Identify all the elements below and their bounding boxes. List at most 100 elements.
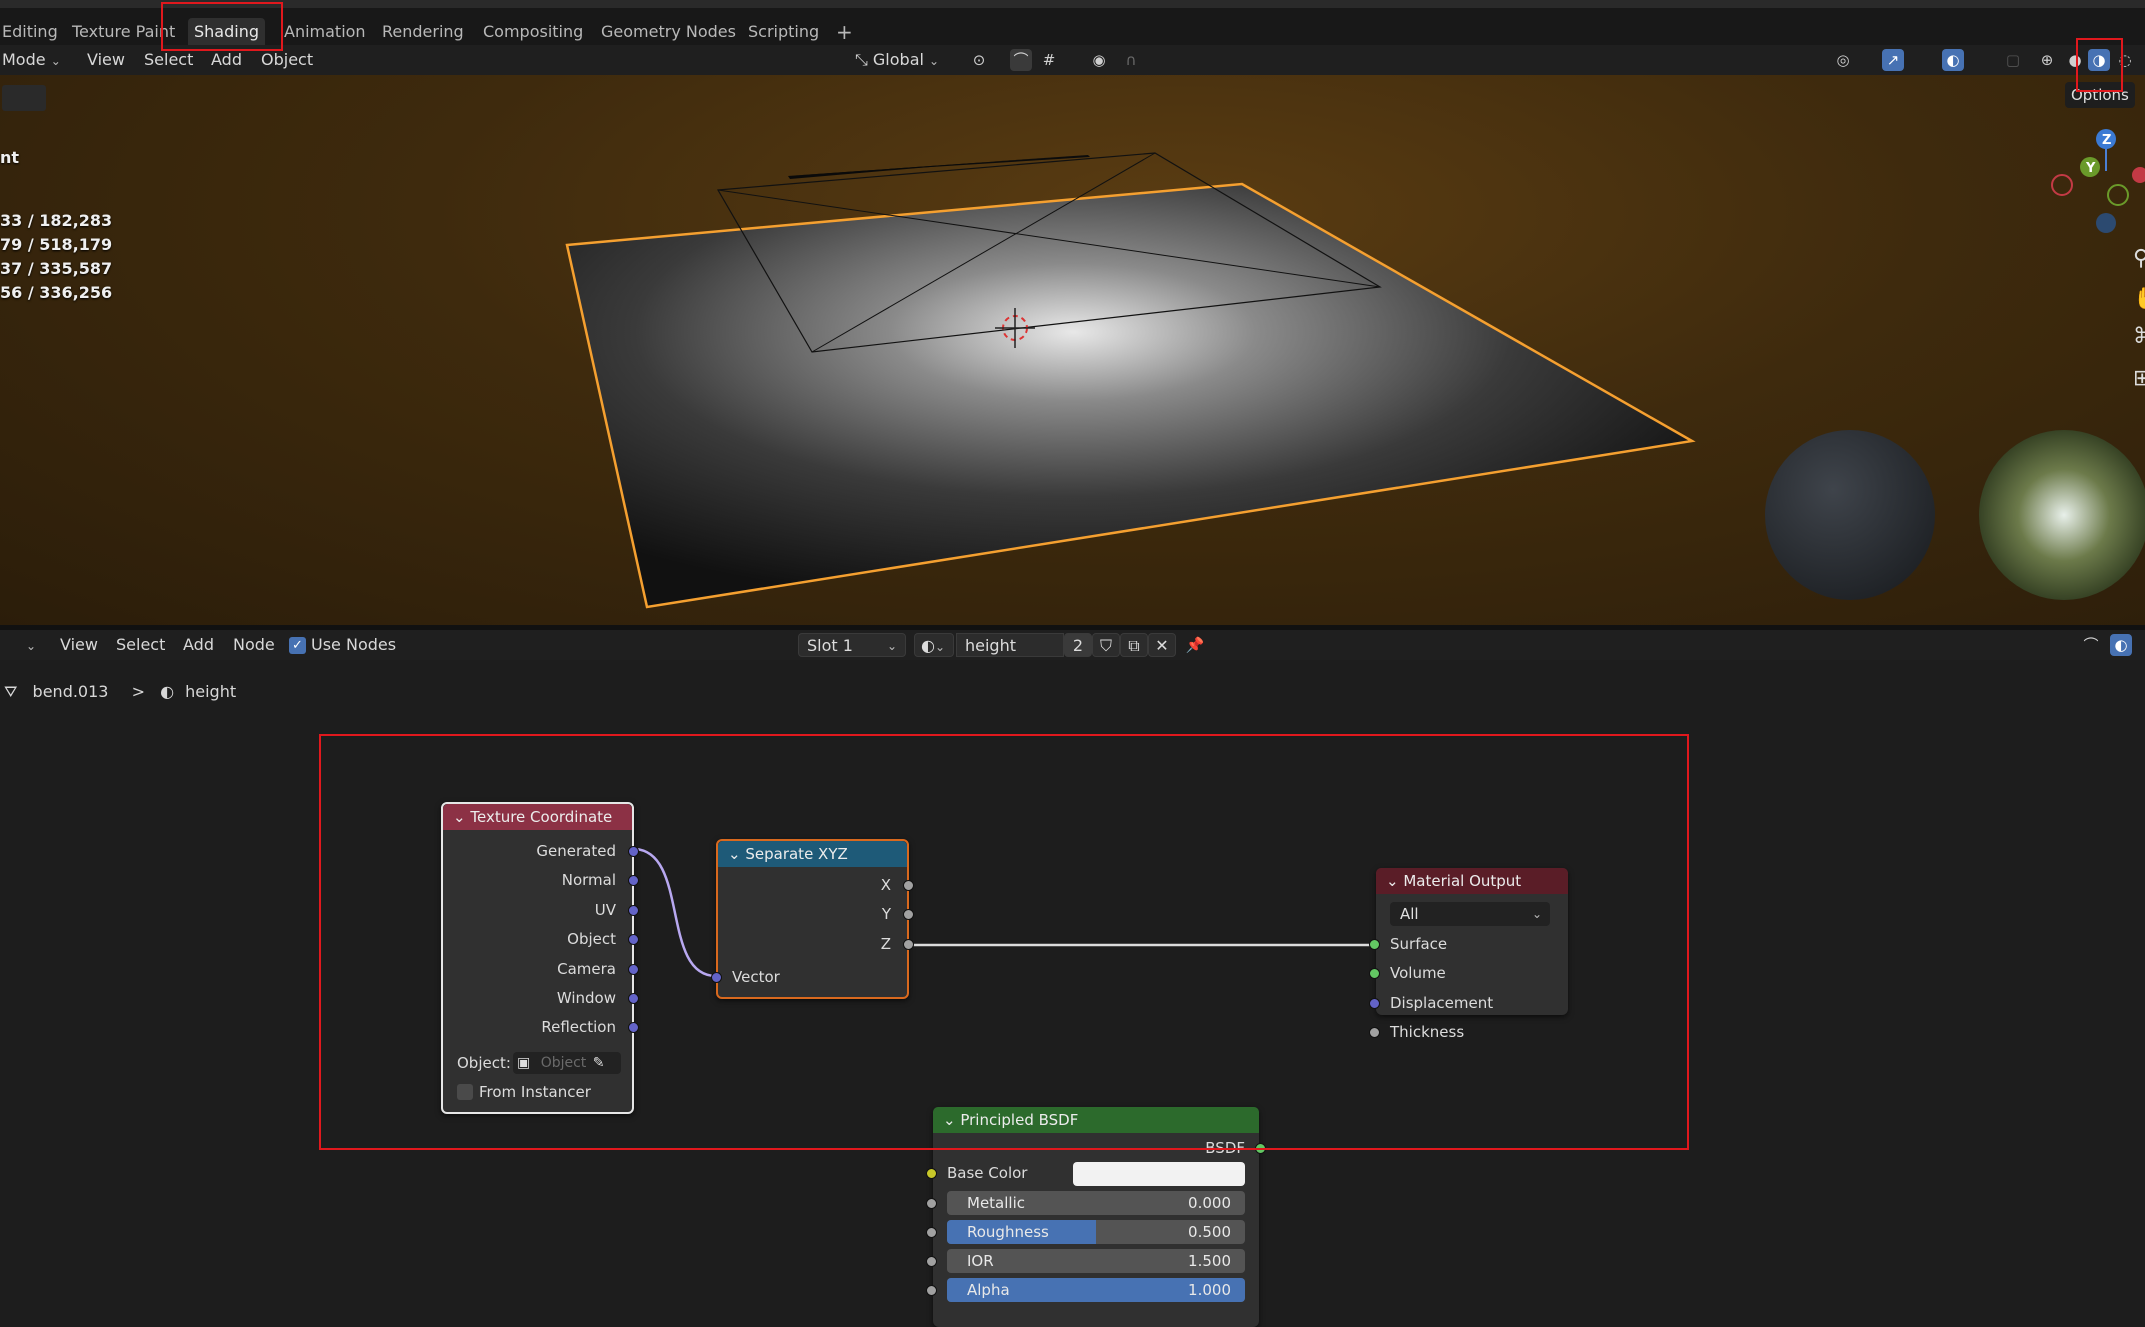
socket-y[interactable] (903, 909, 914, 920)
editor-type-dropdown[interactable]: ⌄ (4, 630, 36, 660)
user-count-button[interactable]: 2 (1064, 633, 1092, 657)
texture-coordinate-header[interactable]: ⌄ Texture Coordinate (443, 804, 632, 830)
socket-alpha[interactable] (926, 1285, 937, 1296)
tab-geometry-nodes[interactable]: Geometry Nodes (595, 18, 742, 46)
base-color-swatch[interactable] (1073, 1162, 1245, 1186)
socket-generated[interactable] (628, 846, 639, 857)
socket-volume[interactable] (1369, 968, 1380, 979)
node-menu-node[interactable]: Node (233, 630, 275, 660)
material-preview-shading-icon[interactable]: ◑ (2088, 49, 2110, 71)
eyedropper-icon[interactable]: ✎ (591, 1055, 605, 1071)
orientation-icon: ⤡ (855, 50, 868, 69)
socket-camera[interactable] (628, 964, 639, 975)
preview-sphere-gray (1765, 430, 1935, 600)
duplicate-material-icon[interactable]: ⧉ (1120, 633, 1148, 657)
metallic-slider[interactable]: Metallic 0.000 (947, 1191, 1245, 1215)
socket-label-object: Object (567, 930, 616, 948)
snap-toggle-icon[interactable]: ⌒ (1010, 49, 1032, 71)
transform-orientation-dropdown[interactable]: ⤡ Global ⌄ (855, 45, 939, 75)
overlay-toggle-icon[interactable]: ◐ (1942, 49, 1964, 71)
principled-bsdf-node[interactable]: ⌄ Principled BSDF BSDF Base Color Metall… (926, 1107, 1266, 1327)
options-button[interactable]: Options (2065, 82, 2135, 108)
falloff-icon[interactable]: ∩ (1120, 49, 1142, 71)
roughness-slider[interactable]: Roughness 0.500 (947, 1220, 1245, 1244)
mode-dropdown[interactable]: Mode ⌄ (2, 45, 61, 75)
collapse-chevron-icon[interactable]: ⌄ (453, 808, 466, 826)
socket-ior[interactable] (926, 1256, 937, 1267)
tab-texture-paint[interactable]: Texture Paint (66, 18, 181, 46)
ior-slider[interactable]: IOR 1.500 (947, 1249, 1245, 1273)
socket-reflection[interactable] (628, 1022, 639, 1033)
wireframe-shading-icon[interactable]: ⊕ (2036, 49, 2058, 71)
gizmo-toggle-icon[interactable]: ↗ (1882, 49, 1904, 71)
tab-animation[interactable]: Animation (278, 18, 372, 46)
unlink-material-icon[interactable]: ✕ (1148, 633, 1176, 657)
snap-toggle-icon[interactable]: ⌒ (2080, 634, 2102, 656)
tab-shading[interactable]: Shading (188, 18, 265, 46)
node-menu-select[interactable]: Select (116, 630, 165, 660)
material-output-header[interactable]: ⌄ Material Output (1376, 868, 1568, 894)
xray-toggle-icon[interactable]: ▢ (2002, 49, 2024, 71)
socket-window[interactable] (628, 993, 639, 1004)
render-target-dropdown[interactable]: All ⌄ (1390, 902, 1550, 926)
tab-rendering[interactable]: Rendering (376, 18, 470, 46)
use-nodes-checkbox[interactable]: ✓ (289, 637, 306, 654)
chevron-down-icon: ⌄ (929, 54, 940, 68)
select-mode-icons[interactable] (2, 85, 46, 111)
viewport-menu-object[interactable]: Object (261, 45, 313, 75)
material-name-field[interactable]: height (956, 633, 1064, 657)
separate-xyz-header[interactable]: ⌄ Separate XYZ (718, 841, 907, 867)
viewport-menu-view[interactable]: View (87, 45, 125, 75)
tab-editing[interactable]: Editing (0, 18, 64, 46)
svg-text:⊞: ⊞ (2133, 366, 2145, 391)
link-generated-to-vector (632, 847, 717, 978)
socket-roughness[interactable] (926, 1227, 937, 1238)
socket-vector[interactable] (711, 972, 722, 983)
socket-object[interactable] (628, 934, 639, 945)
collapse-chevron-icon[interactable]: ⌄ (728, 845, 741, 863)
viewport-menu-select[interactable]: Select (144, 45, 193, 75)
object-picker-field[interactable]: ▣ Object ✎ (513, 1052, 621, 1074)
node-menu-add[interactable]: Add (183, 630, 214, 660)
shader-node-editor[interactable]: ⌄ Texture Coordinate Generated Normal UV… (0, 660, 2145, 1327)
snap-grid-icon[interactable]: # (1038, 49, 1060, 71)
separate-xyz-node[interactable]: ⌄ Separate XYZ X Y Z Vector (711, 839, 914, 999)
socket-base-color[interactable] (926, 1168, 937, 1179)
slot-dropdown[interactable]: Slot 1 ⌄ (798, 633, 906, 657)
collapse-chevron-icon[interactable]: ⌄ (943, 1111, 956, 1129)
from-instancer-checkbox[interactable] (457, 1084, 473, 1100)
socket-surface[interactable] (1369, 939, 1380, 950)
object-field-label: Object: (457, 1054, 511, 1072)
material-output-node[interactable]: ⌄ Material Output All ⌄ Surface Volume Di… (1369, 868, 1568, 1041)
breadcrumb-object: bend.013 (32, 682, 109, 701)
socket-uv[interactable] (628, 905, 639, 916)
socket-x[interactable] (903, 880, 914, 891)
stats-line: 37 / 335,587 (0, 259, 113, 278)
socket-metallic[interactable] (926, 1198, 937, 1209)
3d-viewport[interactable]: Z Y ⚲ ✋ ⌘ ⊞ Options nt 33 / 182,283 79 /… (0, 75, 2145, 625)
add-workspace-button[interactable]: + (830, 18, 859, 46)
socket-normal[interactable] (628, 875, 639, 886)
alpha-slider[interactable]: Alpha 1.000 (947, 1278, 1245, 1302)
socket-displacement[interactable] (1369, 998, 1380, 1009)
tab-scripting[interactable]: Scripting (742, 18, 825, 46)
node-menu-view[interactable]: View (60, 630, 98, 660)
material-browse-button[interactable]: ◐⌄ (914, 633, 954, 657)
socket-z[interactable] (903, 939, 914, 950)
collapse-chevron-icon[interactable]: ⌄ (1386, 872, 1399, 890)
viewport-menu-add[interactable]: Add (211, 45, 242, 75)
socket-bsdf[interactable] (1255, 1143, 1266, 1154)
principled-bsdf-header[interactable]: ⌄ Principled BSDF (933, 1107, 1259, 1133)
texture-coordinate-node[interactable]: ⌄ Texture Coordinate Generated Normal UV… (441, 802, 639, 1114)
visibility-icon[interactable]: ◎ (1832, 49, 1854, 71)
proportional-edit-icon[interactable]: ◉ (1088, 49, 1110, 71)
mode-label: Mode (2, 50, 46, 69)
socket-thickness[interactable] (1369, 1027, 1380, 1038)
fake-user-shield-icon[interactable]: ⛉ (1092, 633, 1120, 657)
tab-compositing[interactable]: Compositing (477, 18, 589, 46)
solid-shading-icon[interactable]: ● (2064, 49, 2086, 71)
pivot-point-icon[interactable]: ⊙ (968, 49, 990, 71)
rendered-shading-icon[interactable]: ◌ (2114, 49, 2136, 71)
pin-icon[interactable]: 📌 (1184, 634, 1206, 656)
overlay-toggle-icon[interactable]: ◐ (2110, 634, 2132, 656)
